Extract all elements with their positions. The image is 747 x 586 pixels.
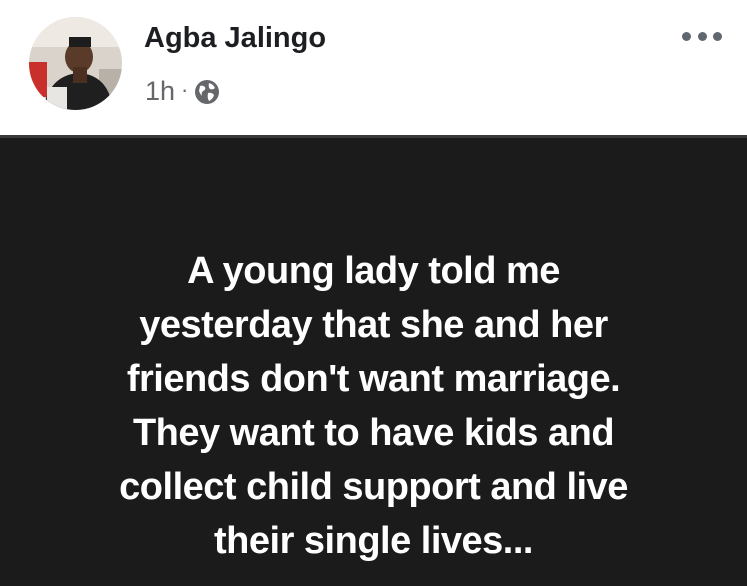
meta-separator: · [181, 76, 189, 102]
facebook-post: Agba Jalingo 1h · A young lady told me y… [0, 0, 747, 586]
post-timestamp[interactable]: 1h [145, 76, 175, 107]
more-dot [713, 31, 722, 41]
post-meta: 1h · [145, 76, 220, 107]
globe-icon[interactable] [194, 79, 220, 105]
author-name[interactable]: Agba Jalingo [144, 22, 326, 55]
avatar[interactable] [29, 17, 122, 110]
more-dot [682, 31, 691, 41]
text-post-card: A young lady told me yesterday that she … [0, 138, 747, 586]
post-body-text: A young lady told me yesterday that she … [119, 250, 628, 562]
post-header: Agba Jalingo 1h · [0, 0, 747, 137]
more-dot [697, 31, 707, 41]
more-options-icon[interactable] [682, 28, 722, 44]
avatar-photo [29, 17, 122, 110]
